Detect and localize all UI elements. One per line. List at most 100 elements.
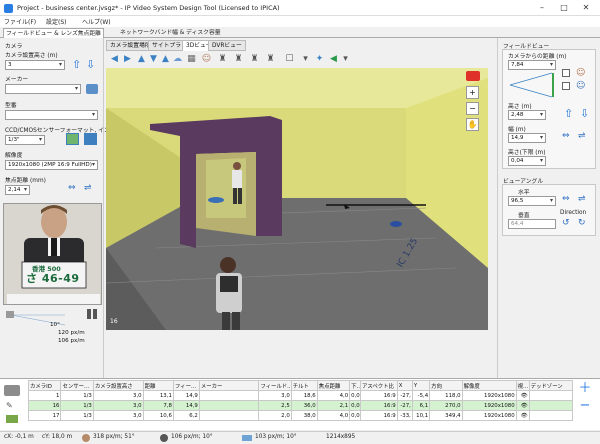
table-row[interactable]: 1 1/3 3,0 13,1 14,9 3,0 18,6 4,0 0,0 16:9 -27, -5,4… xyxy=(27,390,574,401)
horizontal-select[interactable]: 96,5 xyxy=(508,196,556,206)
arrow-up-alt-icon[interactable]: ▲ xyxy=(160,54,171,65)
lightbulb-icon[interactable]: ✦ xyxy=(314,54,325,65)
arrow-left-icon[interactable]: ◀ xyxy=(109,54,120,65)
camera-list-icon[interactable] xyxy=(4,385,20,396)
checkbox-1[interactable] xyxy=(562,69,570,77)
checkbox-2[interactable] xyxy=(562,82,570,90)
column-header[interactable]: 方向 xyxy=(429,380,463,391)
column-header[interactable]: フィールド... xyxy=(258,380,292,391)
person-walking-icon[interactable]: ♜ xyxy=(233,54,244,65)
arrow-right-icon[interactable]: ▶ xyxy=(122,54,133,65)
camera-number-label: 16 xyxy=(110,318,118,325)
person-standing-icon[interactable]: ♜ xyxy=(217,54,228,65)
person-group-icon[interactable]: ♜ xyxy=(249,54,260,65)
column-header[interactable]: チルト xyxy=(290,380,318,391)
video-record-icon[interactable] xyxy=(466,71,480,81)
map-icon[interactable] xyxy=(6,415,18,423)
table-cell: 1/3 xyxy=(60,410,94,421)
column-header[interactable]: センサー... xyxy=(60,380,94,391)
person-group-icon: ☺ xyxy=(576,81,586,91)
arrow-up-icon[interactable]: ▲ xyxy=(136,54,147,65)
status-resolution: 1214x895 xyxy=(326,434,356,440)
close-button[interactable]: ✕ xyxy=(575,2,597,14)
add-camera-button[interactable]: ＋ xyxy=(578,382,592,396)
zoom-in-icon[interactable]: + xyxy=(466,86,479,99)
sensor-select[interactable]: 1/3" xyxy=(5,135,45,145)
column-header[interactable]: 距離 xyxy=(142,380,174,391)
model-select[interactable] xyxy=(5,110,98,120)
column-header[interactable]: メーカー xyxy=(198,380,260,391)
arrow-down-icon[interactable]: ⇩ xyxy=(86,59,95,70)
column-header[interactable]: カメラID xyxy=(27,380,62,391)
status-x: cX: -0,1 m xyxy=(4,434,34,440)
tab-field-view[interactable]: フィールドビュー & レンズ焦点距離 xyxy=(3,28,104,38)
color-picker-icon[interactable]: ▾ xyxy=(300,54,311,65)
zoom-out-icon[interactable]: − xyxy=(466,102,479,115)
width-widen-icon[interactable]: ⇔ xyxy=(562,131,570,141)
focal-length-select[interactable]: 2,14 xyxy=(5,185,30,195)
table-row[interactable]: 17 1/3 3,0 10,6 6,2 2,0 38,0 4,0 0,0 16:9 -33, 10,1… xyxy=(27,410,574,421)
table-cell: 270,0 xyxy=(429,400,463,411)
column-header[interactable]: 下... xyxy=(349,380,361,391)
angle-narrow-icon[interactable]: ⇌ xyxy=(578,194,586,204)
width-narrow-icon[interactable]: ⇌ xyxy=(578,131,586,141)
camera-search-icon[interactable] xyxy=(86,84,98,94)
height-select[interactable]: 2,48 xyxy=(508,110,546,120)
column-header[interactable]: デッドゾーン xyxy=(528,380,574,391)
column-header[interactable]: Y xyxy=(411,380,431,391)
pan-hand-icon[interactable]: ✋ xyxy=(466,118,479,131)
minimize-button[interactable]: – xyxy=(531,2,553,14)
column-header[interactable]: カメラ設置高さ xyxy=(92,380,144,391)
table-cell: 7,8 xyxy=(142,400,174,411)
width-select[interactable]: 14,9 xyxy=(508,133,546,143)
landscape-icon[interactable] xyxy=(66,133,79,145)
rotate-right-icon[interactable]: ↻ xyxy=(578,218,586,228)
scene-toolbar: ◀ ▶ ▲ ▼ ▲ ☁ ▦ ☺ ♜ ♜ ♜ ♜ ☐ ▾ ✦ ◀ ▾ xyxy=(106,52,496,68)
table-cell: 2,5 xyxy=(258,400,292,411)
menu-settings[interactable]: 設定(S) xyxy=(46,17,67,26)
table-cell: 0,0 xyxy=(349,410,361,421)
camera-flag-icon[interactable]: ◀ xyxy=(328,54,339,65)
pencil-icon[interactable]: ✎ xyxy=(6,401,13,410)
menu-help[interactable]: ヘルプ(W) xyxy=(82,17,111,26)
lower-height-select[interactable]: 0,04 xyxy=(508,156,546,166)
column-header[interactable]: 解像度 xyxy=(461,380,517,391)
narrow-arrows-icon[interactable]: ⇌ xyxy=(84,183,92,193)
arrow-down-icon[interactable]: ▼ xyxy=(148,54,159,65)
maker-select[interactable] xyxy=(5,84,81,94)
monitor-icon[interactable] xyxy=(84,133,97,145)
table-cell: -27, xyxy=(396,400,413,411)
resolution-select[interactable]: 1920x1080 (2MP 16:9 FullHD) xyxy=(5,160,98,170)
vertical-field[interactable]: 64,4 xyxy=(508,219,556,229)
widen-arrows-icon[interactable]: ⇔ xyxy=(68,183,76,193)
tab-network-bandwidth[interactable]: ネットワークバンド幅 & ディスク容量 xyxy=(118,28,223,38)
column-header[interactable]: X xyxy=(396,380,413,391)
table-cell: 38,0 xyxy=(290,410,318,421)
grid-icon[interactable]: ▦ xyxy=(186,54,197,65)
dropdown-icon[interactable]: ▾ xyxy=(340,54,351,65)
checkbox-icon[interactable]: ☐ xyxy=(284,54,295,65)
arrow-up-icon[interactable]: ⇧ xyxy=(72,59,81,70)
person-crowd-icon[interactable]: ♜ xyxy=(265,54,276,65)
column-header[interactable]: 焦点距離 xyxy=(316,380,351,391)
remove-camera-button[interactable]: − xyxy=(578,399,592,413)
rotate-left-icon[interactable]: ↺ xyxy=(562,218,570,228)
column-header[interactable]: 視... xyxy=(515,380,530,391)
table-cell: -33, xyxy=(396,410,413,421)
maximize-button[interactable]: □ xyxy=(553,2,575,14)
angle-widen-icon[interactable]: ⇔ xyxy=(562,194,570,204)
distance-select[interactable]: 7,84 xyxy=(508,60,556,70)
menu-file[interactable]: ファイル(F) xyxy=(4,17,36,26)
column-header[interactable]: フィー... xyxy=(172,380,200,391)
camera-height-select[interactable]: 3 xyxy=(5,60,65,70)
lower-height-label: 高さ(下限 (m) xyxy=(508,150,546,156)
person-face-icon[interactable]: ☺ xyxy=(201,54,212,65)
tab-dvr-view[interactable]: DVRビュー xyxy=(208,40,246,51)
height-up-icon[interactable]: ⇧ xyxy=(564,108,573,119)
height-down-icon[interactable]: ⇩ xyxy=(580,108,589,119)
cloud-icon[interactable]: ☁ xyxy=(172,54,183,65)
3d-scene[interactable]: 16 IC 1.25 + − ✋ xyxy=(106,68,488,330)
table-row[interactable]: 16 1/3 3,0 7,8 14,9 2,5 36,0 2,1 0,0 16:9 -27, 6,1 2… xyxy=(27,400,574,411)
table-cell: 13,1 xyxy=(142,390,174,401)
column-header[interactable]: アスペクト比 xyxy=(359,380,398,391)
